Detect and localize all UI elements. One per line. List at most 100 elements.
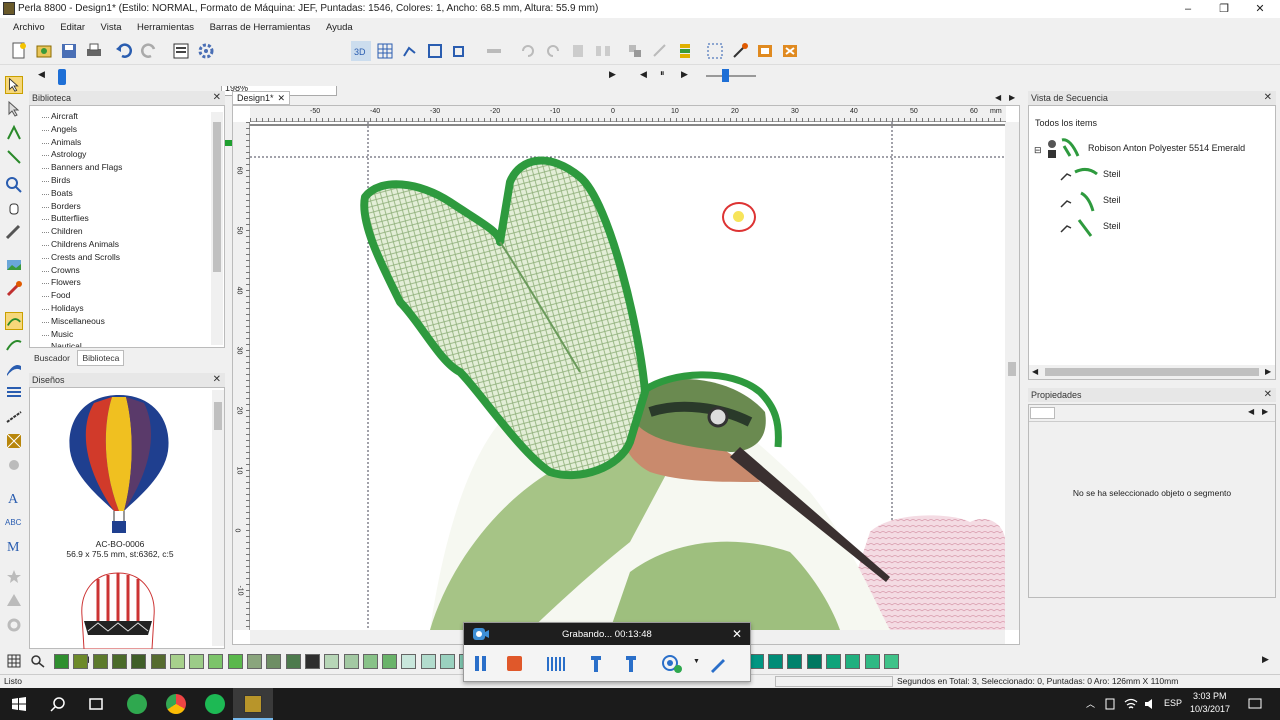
- recorder-pause-icon-bar[interactable]: [482, 656, 486, 671]
- library-item-animals[interactable]: Animals: [30, 137, 224, 150]
- palette-swatch[interactable]: [304, 654, 320, 669]
- properties-close-icon[interactable]: ✕: [1264, 389, 1272, 400]
- tray-chevron-icon[interactable]: ︿: [1086, 697, 1095, 710]
- recorder-region-icon[interactable]: [546, 655, 566, 673]
- print-icon[interactable]: [84, 41, 104, 61]
- palette-swatch[interactable]: [401, 654, 417, 669]
- library-item-borders[interactable]: Borders: [30, 201, 224, 214]
- designs-close-icon[interactable]: ✕: [213, 374, 221, 385]
- points-icon[interactable]: [400, 41, 420, 61]
- balloon-design-thumbnail-2[interactable]: [78, 571, 158, 649]
- pause-icon[interactable]: ⏸: [660, 68, 665, 79]
- palette-swatch[interactable]: [131, 654, 147, 669]
- satin-column-icon[interactable]: [5, 360, 23, 378]
- search-icon[interactable]: [50, 696, 66, 712]
- notifications-icon[interactable]: [1248, 697, 1262, 711]
- redo-icon[interactable]: [139, 41, 159, 61]
- palette-swatch[interactable]: [748, 654, 764, 669]
- library-item-crowns[interactable]: Crowns: [30, 265, 224, 278]
- sequence-root[interactable]: Todos los items: [1035, 118, 1097, 128]
- palette-swatch[interactable]: [362, 654, 378, 669]
- color-sort-icon[interactable]: [675, 41, 695, 61]
- design-canvas[interactable]: -50 -40 -30 -20 -10 0 10 20 30 40 50 60 …: [232, 105, 1020, 645]
- palette-swatch[interactable]: [150, 654, 166, 669]
- library-item-crests[interactable]: Crests and Scrolls: [30, 252, 224, 265]
- menu-editar[interactable]: Editar: [60, 22, 85, 33]
- menu-vista[interactable]: Vista: [101, 22, 122, 33]
- palette-scroll-right-icon[interactable]: ▶: [1262, 654, 1269, 665]
- sequence-item-3[interactable]: Steil: [1103, 221, 1121, 231]
- chrome-icon[interactable]: [166, 694, 186, 714]
- play-back-icon[interactable]: ◀: [38, 69, 45, 80]
- canvas-vertical-scrollbar[interactable]: [1005, 122, 1019, 630]
- library-item-astrology[interactable]: Astrology: [30, 149, 224, 162]
- clock-time[interactable]: 3:03 PM: [1193, 691, 1227, 701]
- designs-scrollbar[interactable]: [212, 390, 224, 646]
- task-view-icon[interactable]: [88, 696, 104, 712]
- palette-swatch[interactable]: [883, 654, 899, 669]
- language-indicator[interactable]: ESP: [1164, 698, 1182, 708]
- edit-shape-icon[interactable]: [450, 41, 470, 61]
- palette-swatch[interactable]: [343, 654, 359, 669]
- balloon-design-thumbnail[interactable]: [64, 393, 174, 535]
- onedrive-icon[interactable]: [1104, 697, 1116, 711]
- select-point-icon[interactable]: [5, 100, 23, 118]
- tab-design1[interactable]: Design1* ✕: [232, 91, 290, 105]
- palette-swatch[interactable]: [227, 654, 243, 669]
- save-icon[interactable]: [59, 41, 79, 61]
- edit-points-icon[interactable]: [5, 124, 23, 142]
- library-close-icon[interactable]: ✕: [213, 92, 221, 103]
- library-scrollbar[interactable]: [211, 112, 223, 345]
- settings-gear-icon[interactable]: [196, 41, 216, 61]
- hoop-icon[interactable]: [425, 41, 445, 61]
- step-forward-icon[interactable]: ▶: [681, 69, 688, 80]
- library-scroll-thumb[interactable]: [213, 122, 221, 272]
- palette-swatch[interactable]: [54, 654, 69, 669]
- library-item-butterflies[interactable]: Butterflies: [30, 213, 224, 226]
- speed-slider-handle[interactable]: [722, 69, 729, 82]
- tab-scroll-left-icon[interactable]: ◀: [995, 93, 1001, 102]
- palette-grid-icon[interactable]: [7, 654, 21, 668]
- fill-stitch-icon[interactable]: [5, 384, 23, 402]
- wifi-icon[interactable]: [1124, 697, 1138, 711]
- library-item-food[interactable]: Food: [30, 290, 224, 303]
- scroll-right-icon[interactable]: ▶: [1265, 367, 1271, 376]
- image-icon[interactable]: [5, 256, 23, 274]
- play-forward-icon[interactable]: ▶: [609, 69, 616, 80]
- pan-hand-icon[interactable]: [5, 200, 23, 218]
- utorrent-icon[interactable]: [127, 694, 147, 714]
- applique-icon[interactable]: [5, 456, 23, 474]
- recorder-webcam-icon[interactable]: [661, 654, 683, 674]
- palette-swatch[interactable]: [266, 654, 282, 669]
- progress-handle[interactable]: [58, 69, 66, 85]
- undo-icon[interactable]: [114, 41, 134, 61]
- menu-ayuda[interactable]: Ayuda: [326, 22, 353, 33]
- palette-swatch[interactable]: [247, 654, 262, 669]
- palette-swatch[interactable]: [806, 654, 822, 669]
- prop-scroll-left-icon[interactable]: ◀: [1248, 407, 1254, 416]
- hummingbird-embroidery[interactable]: [250, 122, 1005, 630]
- minimize-button[interactable]: –: [1170, 0, 1206, 18]
- monogram-icon[interactable]: M: [5, 536, 23, 554]
- new-icon[interactable]: [9, 41, 29, 61]
- cross-stitch-icon[interactable]: [5, 432, 23, 450]
- palette-swatch[interactable]: [92, 654, 108, 669]
- machine-icon[interactable]: [755, 41, 775, 61]
- magic-wand-icon[interactable]: [730, 41, 750, 61]
- auto-digitize-icon[interactable]: [5, 280, 23, 298]
- sequence-close-icon[interactable]: ✕: [1264, 92, 1272, 103]
- bean-stitch-icon[interactable]: [5, 336, 23, 354]
- tab-biblioteca[interactable]: Biblioteca: [77, 350, 125, 366]
- sequence-item-2[interactable]: Steil: [1103, 195, 1121, 205]
- library-item-flowers[interactable]: Flowers: [30, 277, 224, 290]
- palette-swatch[interactable]: [111, 654, 127, 669]
- recorder-pen-icon[interactable]: [587, 654, 605, 674]
- tree-collapse-icon[interactable]: ⊟: [1034, 145, 1042, 156]
- recorder-close-icon[interactable]: ✕: [732, 627, 742, 641]
- palette-swatch[interactable]: [864, 654, 880, 669]
- palette-swatch[interactable]: [768, 654, 784, 669]
- palette-swatch[interactable]: [382, 654, 398, 669]
- library-item-children[interactable]: Children: [30, 226, 224, 239]
- scroll-left-icon[interactable]: ◀: [1032, 367, 1038, 376]
- close-button[interactable]: ✕: [1242, 0, 1278, 18]
